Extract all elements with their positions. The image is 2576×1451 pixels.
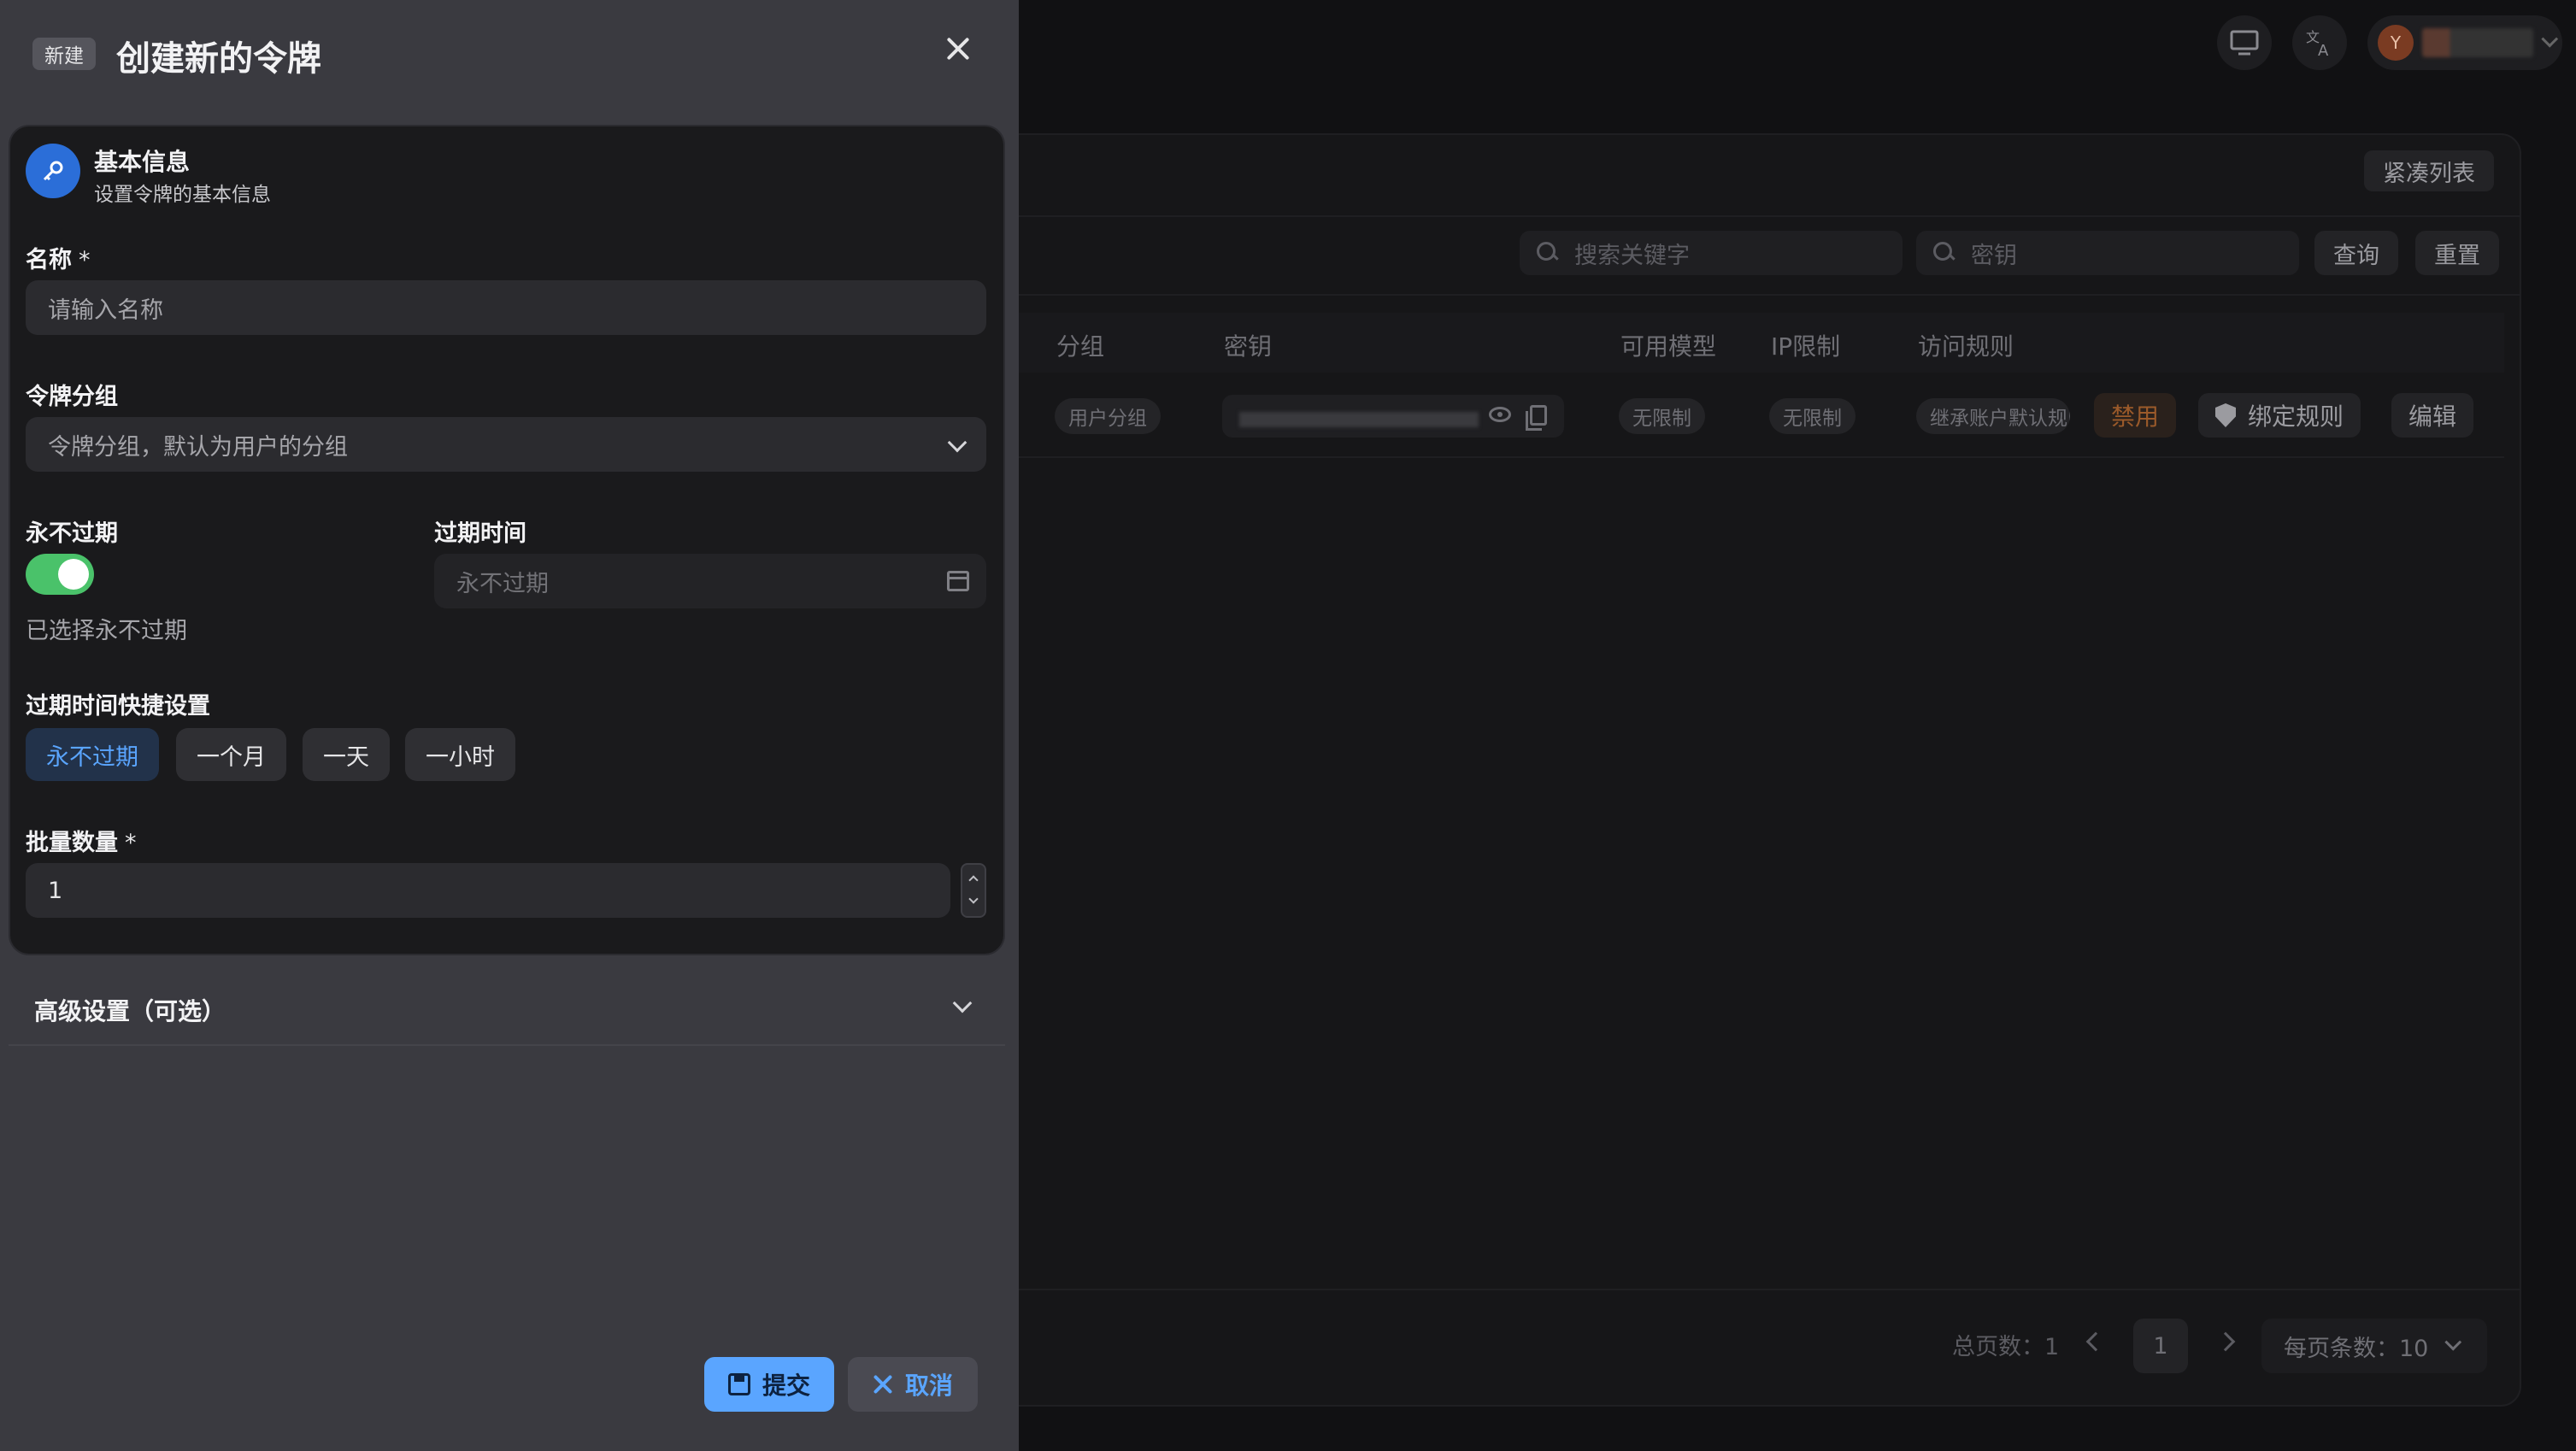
models-tag: 无限制 — [1619, 398, 1705, 434]
create-token-sheet: 新建 创建新的令牌 基本信息 设置令牌的基本信息 名称 * 请输入名称 令牌分组 … — [0, 0, 1019, 1451]
card-divider — [985, 215, 2520, 217]
access-rule-tag: 继承账户默认规则 — [1916, 398, 2070, 434]
name-placeholder: 请输入名称 — [48, 297, 163, 324]
keyword-search-placeholder: 搜索关键字 — [1574, 242, 1690, 269]
new-badge: 新建 — [32, 38, 96, 70]
bind-rule-label: 绑定规则 — [2248, 402, 2344, 431]
batch-count-input[interactable]: 1 — [26, 863, 950, 918]
name-label: 名称 * — [26, 247, 91, 273]
save-icon — [727, 1373, 750, 1395]
submit-label: 提交 — [762, 1372, 810, 1400]
card-divider — [985, 294, 2520, 296]
never-expire-hint: 已选择永不过期 — [26, 618, 187, 644]
column-header-group[interactable]: 分组 — [1056, 328, 1104, 362]
search-icon — [1933, 242, 1956, 264]
chevron-up-icon[interactable] — [968, 875, 979, 885]
cancel-button[interactable]: 取消 — [848, 1357, 978, 1412]
shield-icon — [2215, 403, 2236, 427]
disable-button[interactable]: 禁用 — [2094, 393, 2177, 438]
group-label: 令牌分组 — [26, 384, 118, 410]
key-search-placeholder: 密钥 — [1971, 242, 2017, 269]
expire-time-placeholder: 永不过期 — [456, 570, 549, 597]
batch-count-label: 批量数量 * — [26, 830, 137, 856]
monitor-icon — [2230, 30, 2259, 56]
column-header-access-rule[interactable]: 访问规则 — [1918, 328, 2014, 362]
never-expire-toggle[interactable] — [26, 554, 94, 595]
language-button[interactable]: 文A — [2292, 15, 2347, 70]
keyword-search-input[interactable]: 搜索关键字 — [1520, 231, 1903, 275]
edit-button[interactable]: 编辑 — [2391, 393, 2474, 438]
translate-icon: 文A — [2306, 29, 2329, 57]
calendar-icon — [947, 571, 969, 591]
column-header-key[interactable]: 密钥 — [1224, 328, 1272, 362]
bind-rule-button[interactable]: 绑定规则 — [2198, 393, 2361, 438]
user-menu[interactable]: Y — [2367, 15, 2562, 70]
chevron-down-icon — [947, 432, 967, 453]
chevron-down-icon[interactable] — [952, 993, 973, 1013]
token-key-field — [1222, 395, 1564, 438]
batch-count-value: 1 — [48, 877, 63, 904]
divider — [9, 1044, 1005, 1046]
expire-time-input[interactable]: 永不过期 — [434, 554, 986, 608]
close-icon[interactable] — [944, 34, 973, 63]
query-button[interactable]: 查询 — [2314, 231, 2398, 275]
column-header-ip-limit[interactable]: IP限制 — [1771, 328, 1840, 362]
avatar: Y — [2378, 25, 2414, 61]
advanced-settings-toggle[interactable]: 高级设置（可选） — [34, 993, 226, 1027]
section-subtitle: 设置令牌的基本信息 — [94, 184, 271, 206]
ip-limit-tag: 无限制 — [1769, 398, 1856, 434]
reset-button[interactable]: 重置 — [2415, 231, 2499, 275]
key-search-input[interactable]: 密钥 — [1916, 231, 2299, 275]
quick-one-month-button[interactable]: 一个月 — [176, 728, 286, 781]
display-mode-button[interactable] — [2217, 15, 2272, 70]
copy-icon[interactable] — [1526, 405, 1547, 431]
eye-icon[interactable] — [1489, 407, 1511, 422]
group-tag: 用户分组 — [1055, 398, 1161, 434]
never-expire-label: 永不过期 — [26, 520, 118, 547]
name-input[interactable]: 请输入名称 — [26, 280, 986, 335]
group-placeholder: 令牌分组，默认为用户的分组 — [48, 433, 348, 461]
card-divider — [985, 1289, 2520, 1290]
chevron-down-icon — [2541, 30, 2559, 48]
quick-never-button[interactable]: 永不过期 — [26, 728, 159, 781]
column-header-models[interactable]: 可用模型 — [1620, 328, 1716, 362]
page-size-label: 每页条数：10 — [2284, 1335, 2429, 1362]
quick-expire-label: 过期时间快捷设置 — [26, 693, 210, 720]
search-icon — [1537, 242, 1559, 264]
chevron-down-icon[interactable] — [968, 894, 979, 904]
section-title: 基本信息 — [94, 148, 191, 176]
key-icon — [26, 144, 80, 198]
quick-one-day-button[interactable]: 一天 — [303, 728, 390, 781]
sheet-header: 新建 创建新的令牌 — [0, 0, 1019, 106]
page-size-select[interactable]: 每页条数：10 — [2261, 1319, 2487, 1373]
group-select[interactable]: 令牌分组，默认为用户的分组 — [26, 417, 986, 472]
submit-button[interactable]: 提交 — [704, 1357, 834, 1412]
cancel-label: 取消 — [904, 1372, 953, 1400]
sheet-title: 创建新的令牌 — [116, 39, 321, 79]
batch-count-stepper[interactable] — [961, 863, 986, 918]
page-number-button[interactable]: 1 — [2133, 1319, 2188, 1373]
total-pages-label: 总页数：1 — [1952, 1334, 2060, 1360]
chevron-down-icon — [2444, 1333, 2462, 1351]
compact-list-button[interactable]: 紧凑列表 — [2364, 150, 2494, 191]
username-redacted — [2422, 28, 2533, 57]
close-icon — [873, 1374, 893, 1395]
svg-text:A: A — [2318, 42, 2329, 57]
token-key-redacted — [1239, 412, 1479, 427]
quick-one-hour-button[interactable]: 一小时 — [405, 728, 515, 781]
expire-time-label: 过期时间 — [434, 520, 526, 547]
